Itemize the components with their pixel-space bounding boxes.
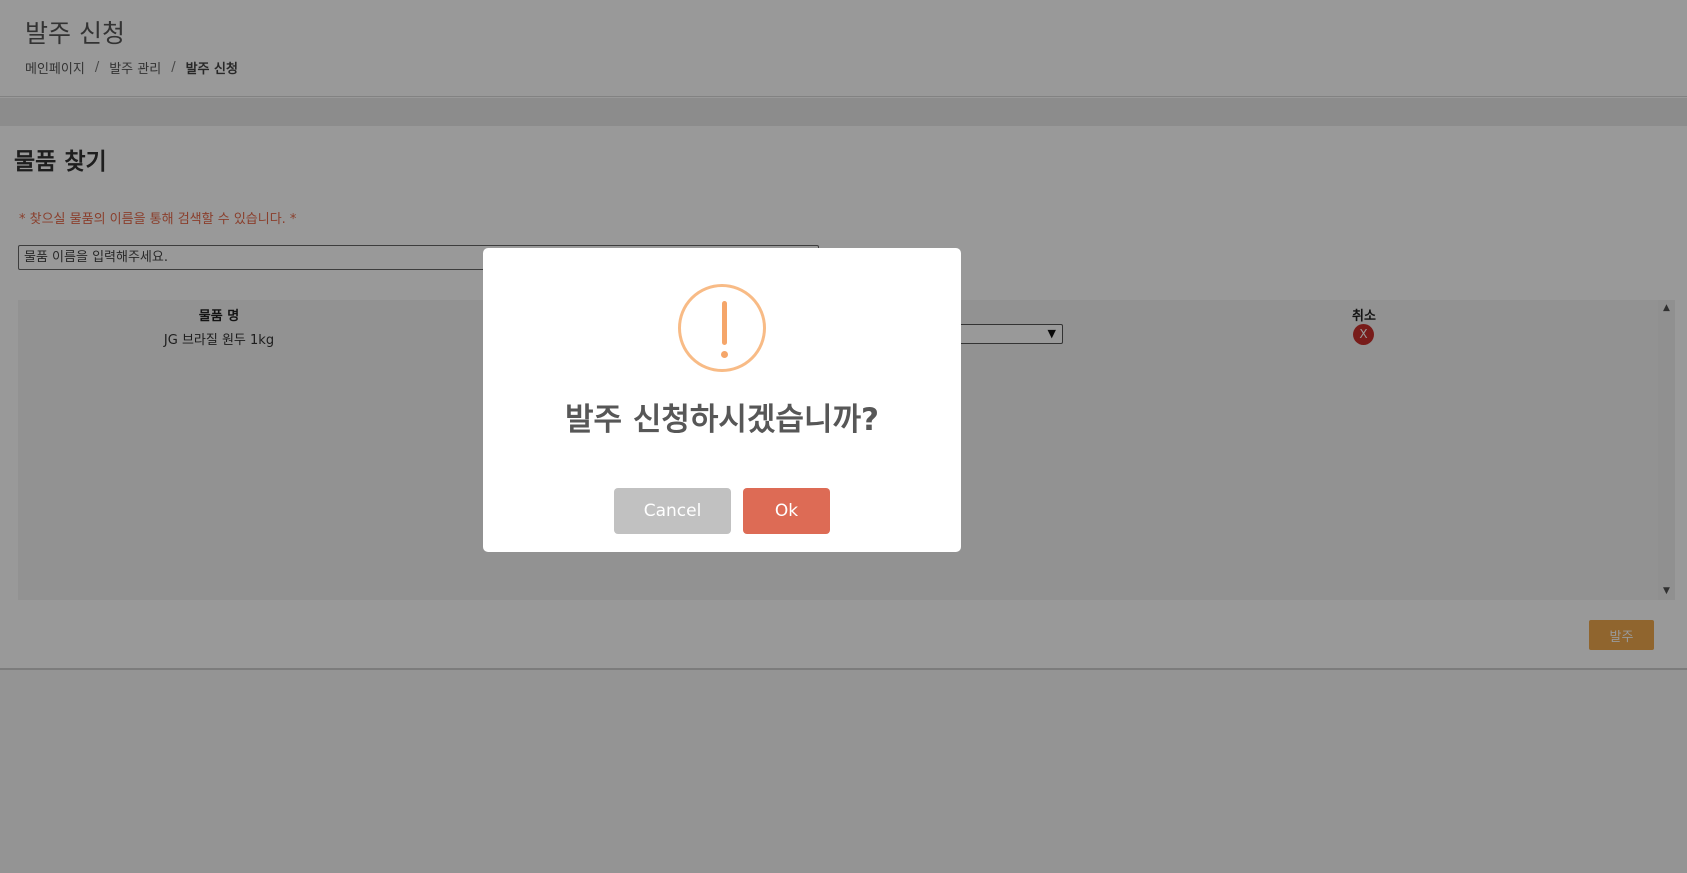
ok-button[interactable]: Ok bbox=[743, 488, 830, 534]
dialog-title: 발주 신청하시겠습니까? bbox=[565, 402, 879, 438]
warning-icon-dot bbox=[721, 351, 728, 358]
warning-icon-bar bbox=[722, 301, 727, 345]
cancel-button[interactable]: Cancel bbox=[614, 488, 731, 534]
confirm-dialog: 발주 신청하시겠습니까? Cancel Ok bbox=[483, 248, 961, 552]
warning-icon bbox=[678, 284, 766, 372]
